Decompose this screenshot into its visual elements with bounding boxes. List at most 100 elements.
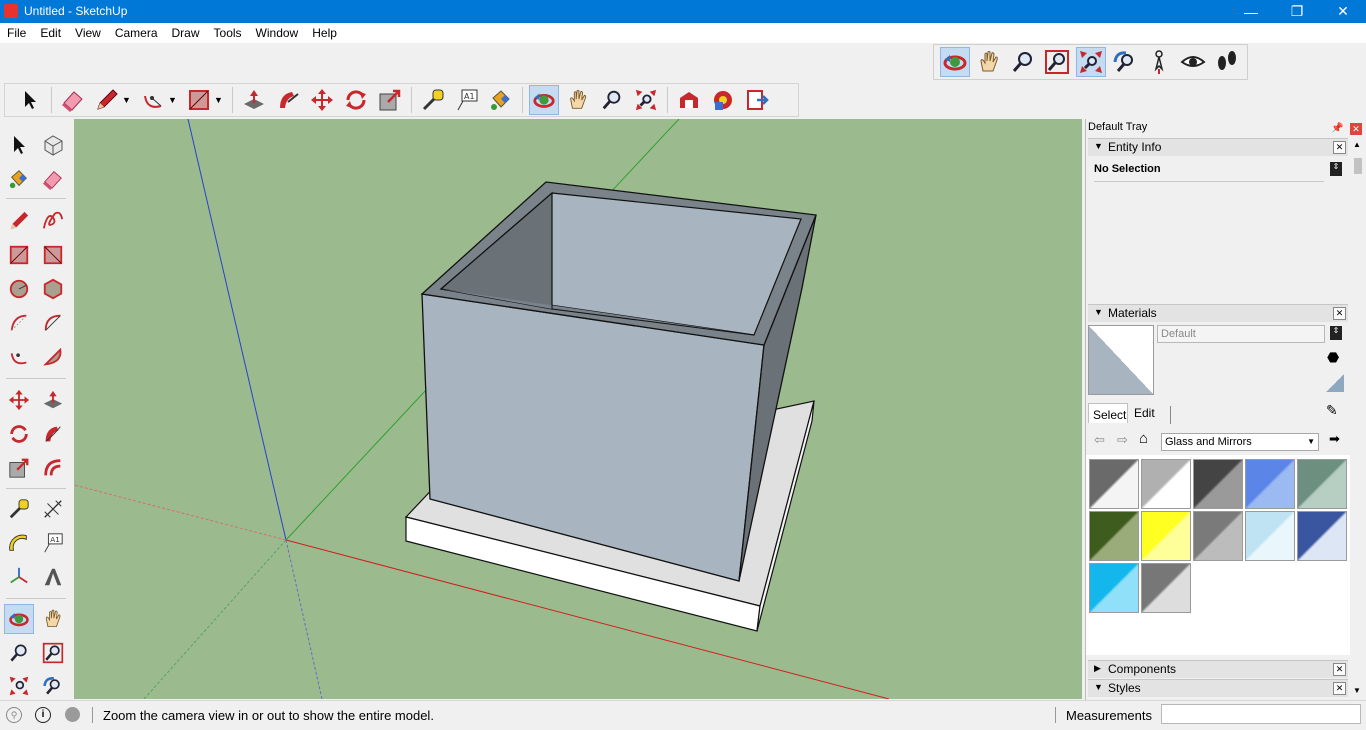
rectangle-icon[interactable] xyxy=(184,85,214,115)
orbit-icon[interactable] xyxy=(4,604,34,634)
styles-header[interactable]: ▼ Styles ✕ xyxy=(1088,679,1348,697)
library-select[interactable]: Glass and Mirrors ▼ xyxy=(1161,433,1319,451)
rotate-icon[interactable] xyxy=(341,85,371,115)
zoom-extents-icon[interactable] xyxy=(631,85,661,115)
eyedropper-icon[interactable]: ✎ xyxy=(1326,402,1338,419)
line-icon[interactable] xyxy=(4,206,34,236)
select-icon[interactable] xyxy=(15,85,45,115)
user-account-icon[interactable] xyxy=(65,707,80,722)
menu-draw[interactable]: Draw xyxy=(165,23,207,43)
pan-icon[interactable] xyxy=(974,47,1004,77)
send-to-layout-icon[interactable] xyxy=(742,85,772,115)
material-swatch[interactable] xyxy=(1089,459,1139,509)
model-viewport[interactable] xyxy=(74,119,1082,699)
orbit-icon[interactable] xyxy=(529,85,559,115)
arc-icon[interactable] xyxy=(138,85,168,115)
close-icon[interactable]: ✕ xyxy=(1333,682,1346,695)
text-icon[interactable]: A1 xyxy=(38,528,68,558)
dimension-icon[interactable] xyxy=(38,494,68,524)
rotate-icon[interactable] xyxy=(4,419,34,449)
menu-help[interactable]: Help xyxy=(305,23,344,43)
follow-me-icon[interactable] xyxy=(38,419,68,449)
material-swatch[interactable] xyxy=(1245,511,1295,561)
chevron-down-icon[interactable]: ▼ xyxy=(168,95,178,105)
walk-icon[interactable] xyxy=(1212,47,1242,77)
menu-file[interactable]: File xyxy=(0,23,33,43)
material-swatch[interactable] xyxy=(1297,459,1347,509)
close-icon[interactable]: ✕ xyxy=(1333,141,1346,154)
pin-icon[interactable]: 📌 xyxy=(1331,123,1343,134)
eraser-icon[interactable] xyxy=(58,85,88,115)
eraser-icon[interactable] xyxy=(38,164,68,194)
protractor-icon[interactable] xyxy=(4,528,34,558)
tray-close-icon[interactable]: ✕ xyxy=(1350,123,1362,135)
zoom-extents-icon[interactable] xyxy=(1076,47,1106,77)
arc-icon[interactable] xyxy=(4,308,34,338)
previous-view-icon[interactable] xyxy=(38,671,68,701)
close-icon[interactable]: ✕ xyxy=(1333,663,1346,676)
zoom-icon[interactable] xyxy=(4,638,34,668)
material-swatch[interactable] xyxy=(1245,459,1295,509)
pan-icon[interactable] xyxy=(563,85,593,115)
forward-arrow-icon[interactable]: ⇨ xyxy=(1117,432,1128,448)
default-material-icon[interactable] xyxy=(1326,374,1344,392)
orbit-icon[interactable] xyxy=(940,47,970,77)
geolocation-icon[interactable]: ⚲ xyxy=(6,707,22,723)
polygon-icon[interactable] xyxy=(38,274,68,304)
tape-measure-icon[interactable] xyxy=(4,494,34,524)
pencil-icon[interactable] xyxy=(92,85,122,115)
menu-tools[interactable]: Tools xyxy=(207,23,249,43)
previous-view-icon[interactable] xyxy=(1110,47,1140,77)
position-camera-icon[interactable] xyxy=(1144,47,1174,77)
tape-measure-icon[interactable] xyxy=(418,85,448,115)
back-arrow-icon[interactable]: ⇦ xyxy=(1094,432,1105,448)
model-canvas[interactable] xyxy=(74,119,1082,699)
material-swatch[interactable] xyxy=(1141,563,1191,613)
circle-icon[interactable] xyxy=(4,274,34,304)
rectangle-icon[interactable] xyxy=(4,240,34,270)
look-around-icon[interactable] xyxy=(1178,47,1208,77)
select-icon[interactable] xyxy=(4,130,34,160)
move-icon[interactable] xyxy=(4,385,34,415)
material-toggle-icon[interactable]: ⇕ xyxy=(1330,326,1342,340)
tab-select[interactable]: Select xyxy=(1088,403,1128,423)
scale-icon[interactable] xyxy=(375,85,405,115)
menu-window[interactable]: Window xyxy=(249,23,306,43)
scroll-up-icon[interactable]: ▲ xyxy=(1353,140,1361,149)
material-swatch[interactable] xyxy=(1141,459,1191,509)
zoom-extents-icon[interactable] xyxy=(4,671,34,701)
menu-edit[interactable]: Edit xyxy=(33,23,68,43)
scrollbar-thumb[interactable] xyxy=(1354,158,1362,174)
measurements-input[interactable] xyxy=(1161,704,1361,724)
minimize-button[interactable]: — xyxy=(1228,0,1274,23)
scale-icon[interactable] xyxy=(4,453,34,483)
freehand-icon[interactable] xyxy=(38,206,68,236)
push-pull-icon[interactable] xyxy=(38,385,68,415)
rotated-rectangle-icon[interactable] xyxy=(38,240,68,270)
text-icon[interactable]: A1 xyxy=(452,85,482,115)
follow-me-icon[interactable] xyxy=(273,85,303,115)
move-icon[interactable] xyxy=(307,85,337,115)
3d-text-icon[interactable] xyxy=(38,562,68,592)
make-component-icon[interactable] xyxy=(38,130,68,160)
maximize-button[interactable]: ❐ xyxy=(1274,0,1320,23)
menu-view[interactable]: View xyxy=(68,23,108,43)
material-swatch[interactable] xyxy=(1089,563,1139,613)
extension-warehouse-icon[interactable] xyxy=(708,85,738,115)
entity-info-toggle-icon[interactable]: ⇕ xyxy=(1330,162,1342,176)
warehouse-icon[interactable] xyxy=(674,85,704,115)
scroll-down-icon[interactable]: ▼ xyxy=(1353,686,1361,695)
three-point-arc-icon[interactable] xyxy=(4,342,34,372)
close-icon[interactable]: ✕ xyxy=(1333,307,1346,320)
close-button[interactable]: ✕ xyxy=(1320,0,1366,23)
material-swatch[interactable] xyxy=(1297,511,1347,561)
components-header[interactable]: ▶ Components ✕ xyxy=(1088,660,1348,678)
material-swatch[interactable] xyxy=(1193,459,1243,509)
tab-edit[interactable]: Edit xyxy=(1134,406,1171,424)
two-point-arc-icon[interactable] xyxy=(38,308,68,338)
material-name-field[interactable] xyxy=(1157,325,1325,343)
pan-icon[interactable] xyxy=(38,604,68,634)
zoom-window-icon[interactable] xyxy=(38,638,68,668)
offset-icon[interactable] xyxy=(38,453,68,483)
details-arrow-icon[interactable]: ➡ xyxy=(1329,431,1340,447)
